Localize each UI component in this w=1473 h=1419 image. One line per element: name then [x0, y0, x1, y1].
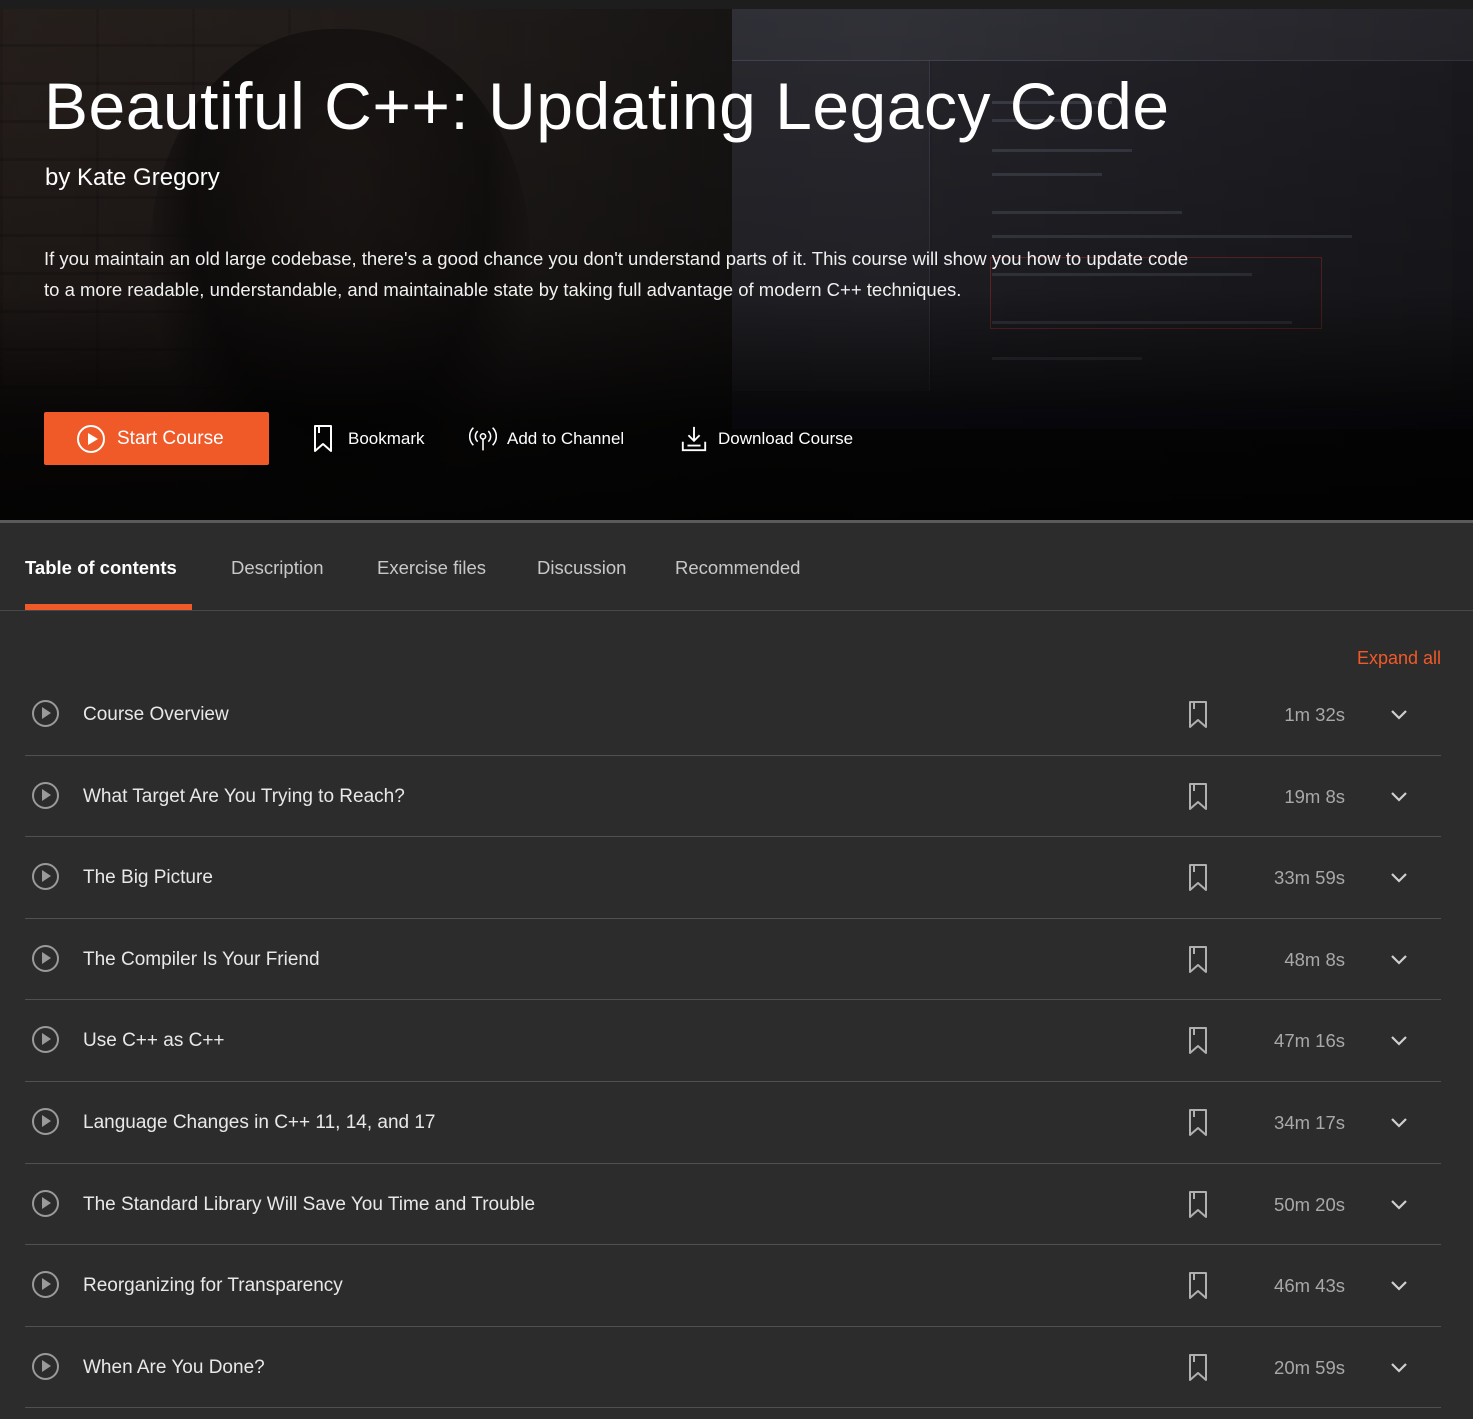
course-tabs: Table of contents Description Exercise f…: [0, 523, 1473, 611]
bookmark-icon[interactable]: [1187, 782, 1211, 812]
chevron-down-icon[interactable]: [1389, 1357, 1409, 1377]
module-title[interactable]: When Are You Done?: [83, 1357, 265, 1379]
module-duration: 33m 59s: [1274, 867, 1345, 889]
course-author: by Kate Gregory: [45, 164, 220, 191]
chevron-down-icon[interactable]: [1389, 1112, 1409, 1132]
active-tab-indicator: [25, 604, 192, 610]
module-duration: 20m 59s: [1274, 1356, 1345, 1378]
bookmark-button[interactable]: Bookmark: [310, 412, 425, 465]
module-duration: 46m 43s: [1274, 1275, 1345, 1297]
tab-recommended[interactable]: Recommended: [675, 557, 800, 579]
course-title: Beautiful C++: Updating Legacy Code: [44, 69, 1170, 143]
bookmark-label: Bookmark: [348, 428, 425, 448]
chevron-down-icon[interactable]: [1389, 1194, 1409, 1214]
bookmark-icon[interactable]: [1187, 700, 1211, 730]
chevron-down-icon[interactable]: [1389, 1275, 1409, 1295]
tab-description[interactable]: Description: [231, 557, 324, 579]
play-circle-icon[interactable]: [32, 1271, 59, 1299]
module-duration: 34m 17s: [1274, 1111, 1345, 1133]
add-to-channel-button[interactable]: Add to Channel: [469, 412, 624, 465]
bookmark-icon[interactable]: [1187, 863, 1211, 893]
bookmark-icon[interactable]: [1187, 1108, 1211, 1138]
download-icon: [680, 423, 708, 455]
play-circle-icon[interactable]: [32, 700, 59, 727]
toc-module-row[interactable]: What Target Are You Trying to Reach? 19m …: [25, 756, 1441, 838]
toc-module-row[interactable]: Course Overview 1m 32s: [25, 674, 1441, 756]
module-duration: 48m 8s: [1284, 948, 1345, 970]
module-duration: 50m 20s: [1274, 1193, 1345, 1215]
module-duration: 19m 8s: [1284, 785, 1345, 807]
chevron-down-icon[interactable]: [1389, 867, 1409, 887]
start-course-button[interactable]: Start Course: [44, 412, 269, 465]
play-circle-icon[interactable]: [32, 1189, 59, 1217]
top-bar: [0, 0, 1473, 9]
expand-all-link[interactable]: Expand all: [1357, 648, 1441, 669]
tab-table-of-contents[interactable]: Table of contents: [25, 557, 177, 579]
bookmark-icon: [310, 423, 338, 455]
start-course-label: Start Course: [117, 427, 224, 449]
bookmark-icon[interactable]: [1187, 1271, 1211, 1301]
bookmark-icon[interactable]: [1187, 1353, 1211, 1383]
module-duration: 1m 32s: [1284, 704, 1345, 725]
bookmark-icon[interactable]: [1187, 1026, 1211, 1056]
tab-discussion[interactable]: Discussion: [537, 557, 626, 579]
table-of-contents: Course Overview 1m 32s What Target Are You…: [25, 674, 1441, 1409]
add-to-channel-label: Add to Channel: [507, 428, 625, 448]
toc-module-row[interactable]: Language Changes in C++ 11, 14, and 17 34…: [25, 1082, 1441, 1164]
play-circle-icon: [77, 424, 105, 453]
module-title[interactable]: Use C++ as C++: [83, 1030, 225, 1052]
module-title[interactable]: Course Overview: [83, 704, 229, 726]
chevron-down-icon[interactable]: [1389, 786, 1409, 806]
toc-module-row[interactable]: When Are You Done? 20m 59s: [25, 1327, 1441, 1409]
tab-exercise-files[interactable]: Exercise files: [377, 557, 486, 579]
bookmark-icon[interactable]: [1187, 945, 1211, 975]
toc-module-row[interactable]: The Big Picture 33m 59s: [25, 837, 1441, 919]
broadcast-icon: [469, 423, 497, 455]
module-title[interactable]: The Standard Library Will Save You Time …: [83, 1194, 535, 1216]
download-course-button[interactable]: Download Course: [680, 412, 853, 465]
course-summary: If you maintain an old large codebase, t…: [44, 248, 1189, 300]
chevron-down-icon[interactable]: [1389, 949, 1409, 969]
chevron-down-icon[interactable]: [1389, 704, 1409, 724]
play-circle-icon[interactable]: [32, 944, 59, 972]
module-title[interactable]: Language Changes in C++ 11, 14, and 17: [83, 1112, 436, 1134]
download-course-label: Download Course: [718, 428, 854, 448]
play-circle-icon[interactable]: [32, 1026, 59, 1054]
chevron-down-icon[interactable]: [1389, 1030, 1409, 1050]
module-title[interactable]: Reorganizing for Transparency: [83, 1275, 343, 1297]
toc-module-row[interactable]: The Compiler Is Your Friend 48m 8s: [25, 919, 1441, 1001]
module-title[interactable]: The Compiler Is Your Friend: [83, 949, 320, 971]
play-circle-icon[interactable]: [32, 781, 59, 809]
module-title[interactable]: The Big Picture: [83, 867, 213, 889]
module-title[interactable]: What Target Are You Trying to Reach?: [83, 786, 405, 808]
bookmark-icon[interactable]: [1187, 1190, 1211, 1220]
play-circle-icon[interactable]: [32, 1352, 59, 1380]
toc-module-row[interactable]: The Standard Library Will Save You Time …: [25, 1164, 1441, 1246]
module-duration: 47m 16s: [1274, 1030, 1345, 1052]
course-actions: Start Course Bookmark Add to Channel Dow…: [44, 412, 944, 465]
toc-module-row[interactable]: Use C++ as C++ 47m 16s: [25, 1000, 1441, 1082]
toc-module-row[interactable]: Reorganizing for Transparency 46m 43s: [25, 1245, 1441, 1327]
play-circle-icon[interactable]: [32, 1107, 59, 1135]
play-circle-icon[interactable]: [32, 863, 59, 891]
